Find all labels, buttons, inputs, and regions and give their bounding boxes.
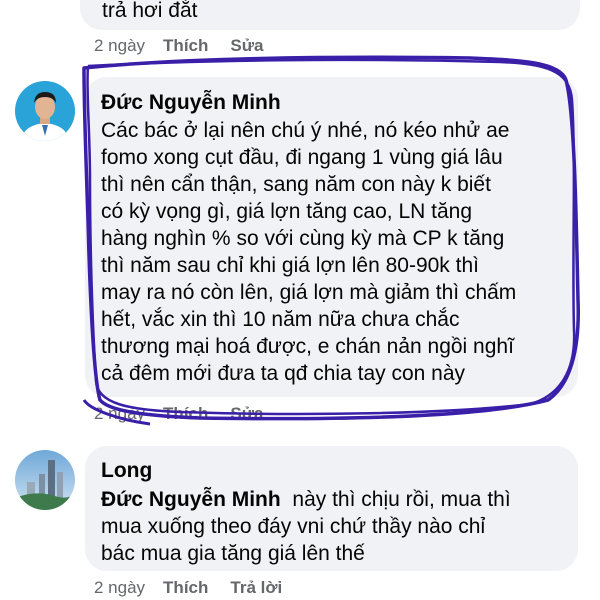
comment-actions: 2 ngày Thích Sửa (94, 36, 264, 56)
comment-line: hàng nghìn % so với cùng kỳ mà CP k tăng (101, 227, 505, 250)
like-button[interactable]: Thích (163, 36, 208, 56)
avatar[interactable] (15, 450, 75, 510)
comment-actions: 2 ngày Thích Sửa (94, 404, 264, 424)
comment-line: thì nên cẩn thận, sang năm con này k biế… (101, 173, 491, 196)
comment-bubble: Đức Nguyễn Minh Các bác ở lại nên chú ý … (85, 77, 578, 397)
comment-line: thì năm sau chỉ khi giá lợn lên 80-90k t… (101, 254, 479, 277)
edit-button[interactable]: Sửa (230, 36, 263, 56)
comment-line: cả đêm mới đưa ta qđ chia tay con này (101, 362, 466, 385)
comment-line: Các bác ở lại nên chú ý nhé, nó kéo nhử … (101, 119, 510, 142)
comment-author[interactable]: Đức Nguyễn Minh (101, 91, 281, 115)
avatar[interactable] (15, 81, 75, 141)
edit-button[interactable]: Sửa (230, 404, 263, 424)
comment-time[interactable]: 2 ngày (94, 404, 145, 424)
comment-author[interactable]: Long (101, 459, 152, 483)
comment-line: bác mua gia tăng giá lên thế (101, 542, 365, 565)
comment-line: mua xuống theo đáy vni chứ thầy nào chỉ (101, 515, 486, 538)
comment-time[interactable]: 2 ngày (94, 36, 145, 56)
comment-line: có kỳ vọng gì, giá lợn tăng cao, LN tăng (101, 200, 472, 223)
comment-line: fomo xong cụt đầu, đi ngang 1 vùng giá l… (101, 146, 503, 169)
comment-line: thương mại hoá được, e chán nản ngồi ngh… (101, 335, 514, 358)
comment-bubble-previous: trả hơi đắt (80, 0, 580, 30)
avatar-image (15, 81, 75, 141)
comment-line: Đức Nguyễn Minh này thì chịu rồi, mua th… (101, 486, 511, 513)
comment-line: hết, vắc xin thì 10 năm nữa chưa chắc (101, 308, 460, 331)
reply-button[interactable]: Trả lời (230, 578, 282, 598)
comment-actions: 2 ngày Thích Trả lời (94, 578, 282, 598)
mention-link[interactable]: Đức Nguyễn Minh (101, 488, 281, 511)
like-button[interactable]: Thích (163, 404, 208, 424)
comment-bubble: Long Đức Nguyễn Minh này thì chịu rồi, m… (85, 446, 578, 571)
avatar-image (15, 450, 75, 510)
comment-line: may ra nó còn lên, giá lợn mà giảm thì c… (101, 281, 517, 304)
comment-time[interactable]: 2 ngày (94, 578, 145, 598)
comment-text: trả hơi đắt (102, 0, 198, 22)
comment-line-rest: này thì chịu rồi, mua thì (280, 488, 511, 511)
like-button[interactable]: Thích (163, 578, 208, 598)
